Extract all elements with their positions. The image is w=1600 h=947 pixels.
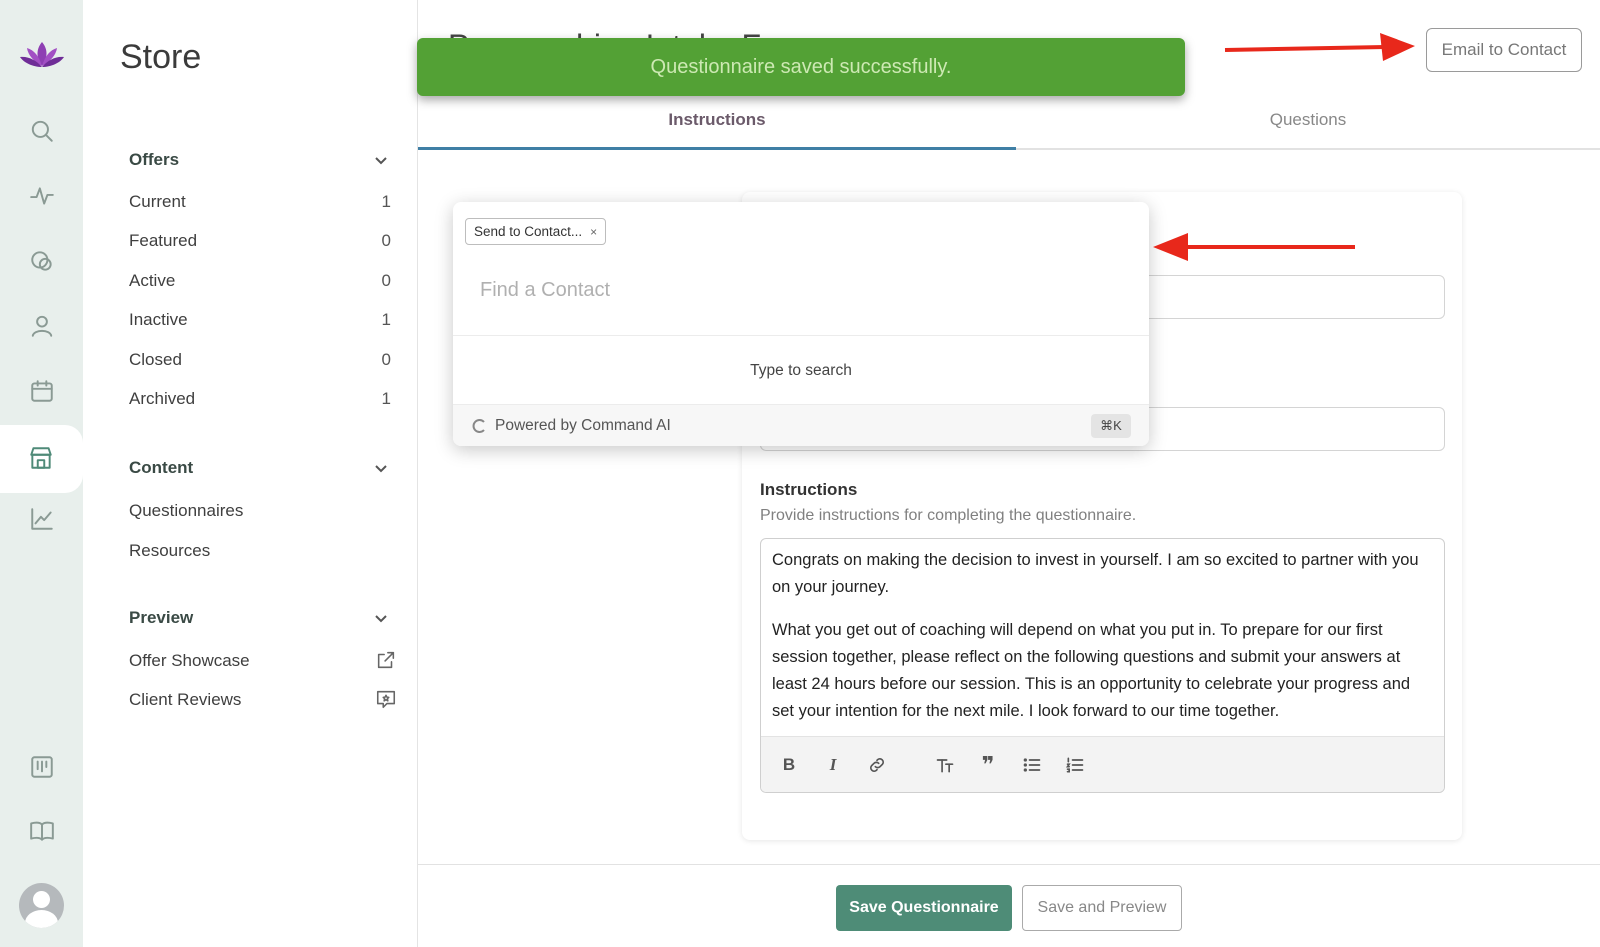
activity-icon[interactable] (26, 180, 58, 212)
chart-icon[interactable] (26, 503, 58, 535)
command-palette: Send to Contact... × Type to search Powe… (453, 202, 1149, 446)
bullet-list-icon[interactable] (1020, 753, 1044, 777)
icon-rail (0, 0, 83, 947)
section-content[interactable]: Content (129, 458, 401, 478)
email-to-contact-button[interactable]: Email to Contact (1426, 28, 1582, 72)
board-icon[interactable] (26, 751, 58, 783)
link-icon[interactable] (865, 753, 889, 777)
tab-questions[interactable]: Questions (1016, 110, 1600, 130)
chat-icon[interactable] (26, 245, 58, 277)
search-icon[interactable] (26, 115, 58, 147)
section-content-label: Content (129, 458, 194, 477)
calendar-icon[interactable] (26, 375, 58, 407)
chevron-down-icon[interactable] (373, 460, 389, 476)
sidebar-item-client-reviews[interactable]: Client Reviews (129, 690, 401, 710)
item-count: 0 (381, 231, 391, 250)
tab-bar: Instructions Questions (418, 100, 1600, 150)
section-offers-label: Offers (129, 150, 180, 169)
sidebar-item-offer-showcase[interactable]: Offer Showcase (129, 651, 401, 671)
quote-icon[interactable]: ❞ (976, 752, 1000, 777)
footer-bar: Save Questionnaire Save and Preview (418, 864, 1600, 947)
instructions-editor[interactable]: Congrats on making the decision to inves… (760, 538, 1445, 793)
palette-footer: Powered by Command AI ⌘K (453, 404, 1149, 446)
item-count: 1 (381, 310, 391, 329)
success-toast: Questionnaire saved successfully. (417, 38, 1185, 96)
sidebar-item-archived[interactable]: Archived 1 (129, 389, 401, 409)
item-count: 0 (381, 350, 391, 369)
external-link-icon[interactable] (375, 649, 397, 671)
sidebar-item-resources[interactable]: Resources (129, 541, 401, 561)
item-count: 1 (381, 192, 391, 211)
logo-lotus-icon[interactable] (19, 40, 65, 70)
section-preview[interactable]: Preview (129, 608, 401, 628)
save-and-preview-button[interactable]: Save and Preview (1022, 885, 1182, 931)
instructions-label: Instructions (760, 480, 858, 499)
divider (453, 335, 1149, 336)
powered-by[interactable]: Powered by Command AI (471, 417, 671, 435)
avatar[interactable] (19, 883, 64, 928)
sidebar-item-questionnaires[interactable]: Questionnaires (129, 501, 401, 521)
user-icon[interactable] (26, 310, 58, 342)
annotation-arrow-left-icon (1153, 233, 1355, 261)
annotation-arrow-right-icon (1224, 33, 1415, 61)
sidebar-item-featured[interactable]: Featured 0 (129, 231, 401, 251)
sidebar-item-closed[interactable]: Closed 0 (129, 350, 401, 370)
empty-state-text: Type to search (750, 362, 852, 379)
section-offers[interactable]: Offers (129, 150, 401, 170)
item-count: 1 (381, 389, 391, 408)
chevron-down-icon[interactable] (373, 152, 389, 168)
editor-toolbar: B I ❞ (761, 736, 1444, 792)
close-icon[interactable]: × (590, 225, 597, 239)
book-icon[interactable] (26, 815, 58, 847)
store-sidebar: Store Offers Current 1 Featured 0 Active 0 … (83, 0, 418, 947)
context-chip[interactable]: Send to Contact... × (465, 218, 607, 245)
editor-content[interactable]: Congrats on making the decision to inves… (772, 547, 1432, 741)
tab-instructions[interactable]: Instructions (418, 110, 1016, 130)
active-tab-indicator (418, 147, 1016, 150)
sidebar-item-active[interactable]: Active 0 (129, 271, 401, 291)
paragraph: Congrats on making the decision to inves… (772, 551, 1419, 596)
command-ai-icon (472, 419, 485, 433)
chevron-down-icon[interactable] (373, 610, 389, 626)
main-content: Pre-coaching Intake Form Email to Contac… (418, 0, 1600, 947)
store-icon[interactable] (0, 425, 83, 493)
heading-icon[interactable] (933, 753, 957, 777)
bold-icon[interactable]: B (777, 753, 801, 777)
shortcut-badge: ⌘K (1091, 414, 1131, 438)
numbered-list-icon[interactable] (1063, 753, 1087, 777)
paragraph: What you get out of coaching will depend… (772, 621, 1411, 720)
review-icon[interactable] (375, 688, 397, 710)
section-preview-label: Preview (129, 608, 194, 627)
sidebar-title: Store (120, 38, 202, 76)
instructions-hint: Provide instructions for completing the … (760, 507, 1137, 524)
item-count: 0 (381, 271, 391, 290)
italic-icon[interactable]: I (821, 753, 845, 777)
sidebar-item-inactive[interactable]: Inactive 1 (129, 310, 401, 330)
save-questionnaire-button[interactable]: Save Questionnaire (836, 885, 1012, 931)
sidebar-item-current[interactable]: Current 1 (129, 192, 401, 212)
find-contact-input[interactable] (480, 272, 1120, 308)
